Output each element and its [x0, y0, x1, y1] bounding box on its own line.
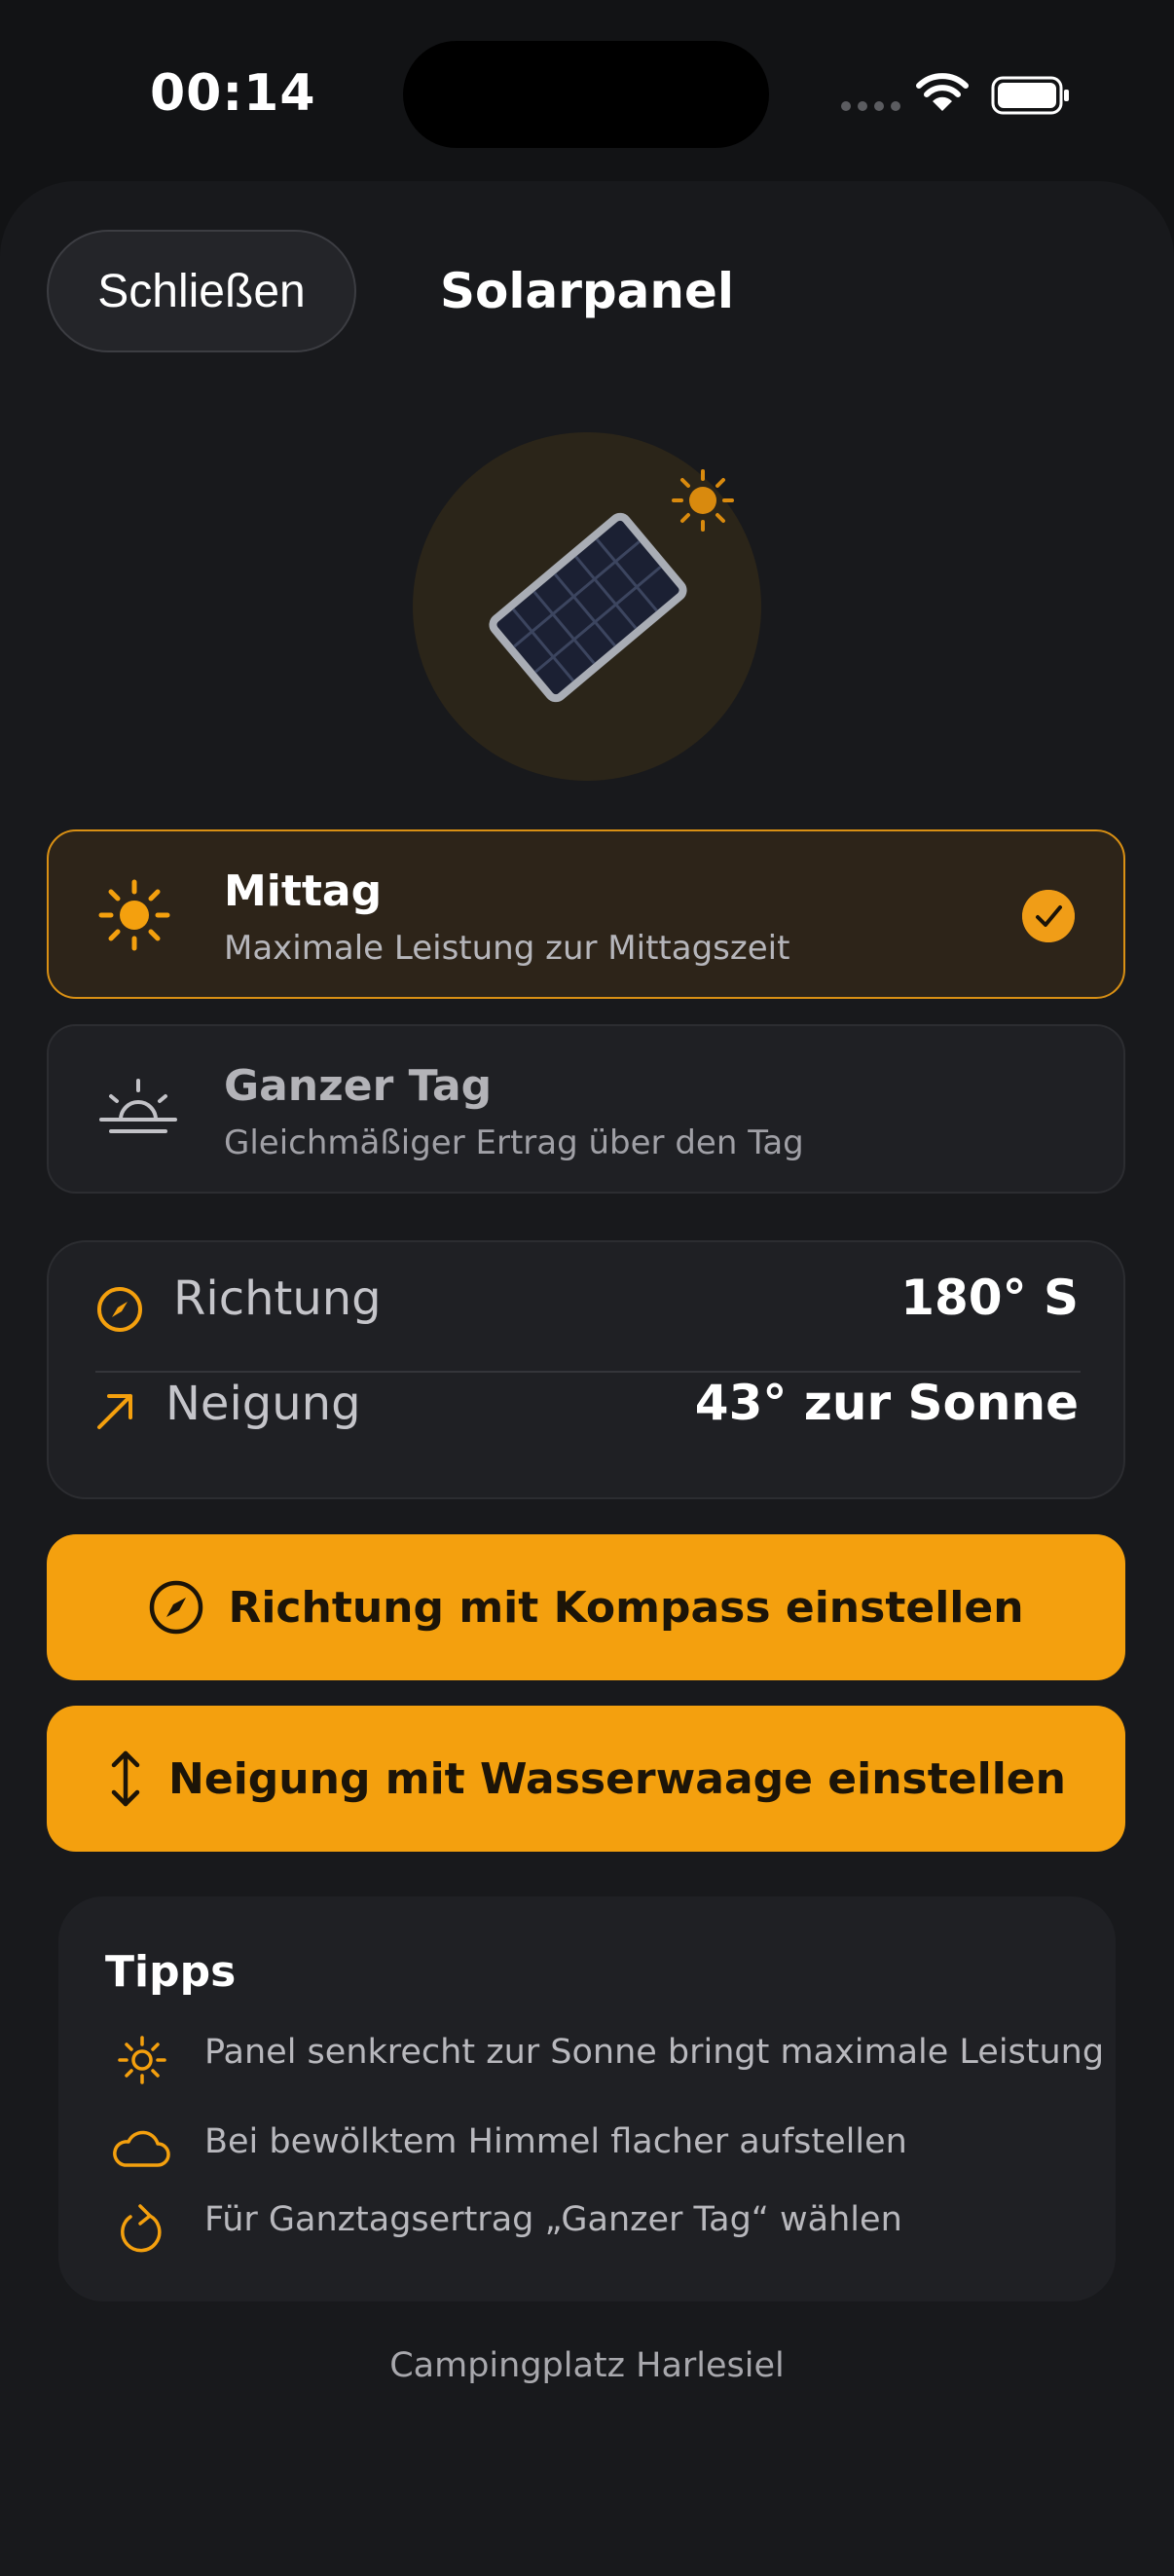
tips-card: Tipps Panel senkrecht zur Sonne bringt m… — [58, 1896, 1116, 2301]
direction-value: 180° S — [900, 1270, 1079, 1326]
sunrise-icon — [99, 1079, 177, 1133]
tips-title: Tipps — [105, 1947, 237, 1997]
mode-title: Mittag — [224, 866, 383, 916]
cloud-icon — [113, 2130, 170, 2167]
direction-row: Richtung 180° S — [49, 1242, 1123, 1349]
mode-option-mittag[interactable]: Mittag Maximale Leistung zur Mittagszeit — [47, 829, 1125, 999]
status-time: 00:14 — [150, 64, 316, 123]
tip-item: Bei bewölktem Himmel flacher aufstellen — [105, 2116, 1098, 2175]
tip-item: Panel senkrecht zur Sonne bringt maximal… — [105, 2027, 1104, 2085]
sun-icon — [672, 469, 734, 532]
page-title: Solarpanel — [439, 263, 735, 319]
refresh-icon — [121, 2204, 162, 2253]
mode-title: Ganzer Tag — [224, 1061, 493, 1111]
tip-text: Für Ganztagsertrag „Ganzer Tag“ wählen — [204, 2200, 902, 2239]
status-bar: 00:14 — [0, 0, 1174, 185]
dynamic-island — [403, 41, 769, 148]
tilt-row: Neigung 43° zur Sonne — [49, 1347, 1123, 1454]
mode-option-ganzer-tag[interactable]: Ganzer Tag Gleichmäßiger Ertrag über den… — [47, 1024, 1125, 1194]
location-footer: Campingplatz Harlesiel — [389, 2346, 785, 2385]
tilt-value: 43° zur Sonne — [694, 1375, 1079, 1431]
level-button[interactable]: Neigung mit Wasserwaage einstellen — [47, 1706, 1125, 1852]
tip-text: Bei bewölktem Himmel flacher aufstellen — [204, 2122, 907, 2161]
mode-subtitle: Gleichmäßiger Ertrag über den Tag — [224, 1123, 804, 1162]
arrow-up-right-icon — [97, 1394, 132, 1429]
solar-panel-illustration — [489, 469, 734, 703]
cellular-signal-icon — [841, 101, 900, 111]
sun-icon — [98, 879, 170, 951]
tip-item: Für Ganztagsertrag „Ganzer Tag“ wählen — [105, 2194, 1098, 2253]
tip-text: Panel senkrecht zur Sonne bringt maximal… — [204, 2033, 1105, 2072]
checkmark-icon — [1022, 890, 1075, 942]
compass-icon — [97, 1287, 142, 1332]
arrow-up-down-icon — [111, 1750, 140, 1807]
orientation-info-card: Richtung 180° S Neigung 43° zur Sonne — [47, 1240, 1125, 1499]
level-button-label: Neigung mit Wasserwaage einstellen — [168, 1753, 1066, 1804]
wifi-icon — [916, 73, 969, 111]
battery-icon — [991, 76, 1069, 115]
direction-label: Richtung — [173, 1271, 382, 1326]
sun-icon — [118, 2036, 166, 2084]
tilt-label: Neigung — [165, 1377, 361, 1431]
compass-icon — [150, 1580, 203, 1635]
compass-button-label: Richtung mit Kompass einstellen — [228, 1582, 1024, 1633]
mode-subtitle: Maximale Leistung zur Mittagszeit — [224, 929, 790, 968]
compass-button[interactable]: Richtung mit Kompass einstellen — [47, 1534, 1125, 1680]
